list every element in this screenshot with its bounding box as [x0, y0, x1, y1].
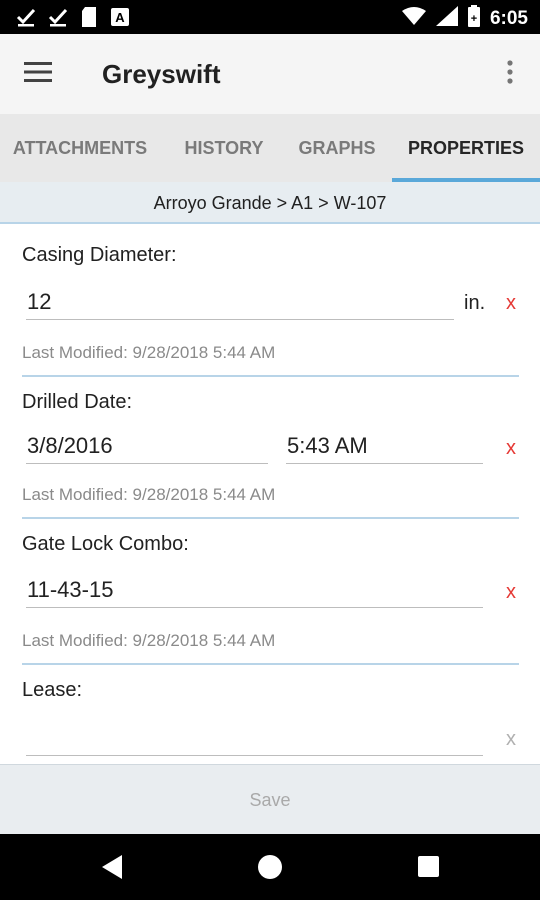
gate-lock-combo-clear-button[interactable]: x — [501, 581, 521, 604]
gate-lock-combo-modified: Last Modified: 9/28/2018 5:44 AM — [22, 631, 276, 650]
menu-button[interactable] — [14, 52, 62, 96]
tab-properties[interactable]: PROPERTIES — [392, 114, 540, 182]
casing-diameter-label: Casing Diameter: — [22, 244, 177, 266]
casing-diameter-input[interactable]: 12 — [26, 284, 454, 320]
overflow-menu-button[interactable] — [494, 52, 526, 96]
section-divider — [22, 517, 519, 519]
tab-history[interactable]: HISTORY — [164, 114, 284, 182]
status-icons-left: A — [16, 6, 130, 33]
text-a-icon: A — [110, 7, 130, 32]
sd-card-icon — [80, 6, 98, 33]
status-icons-right: + 6:05 — [401, 5, 528, 32]
app-bar: Greyswift — [0, 34, 540, 114]
casing-diameter-unit: in. — [464, 292, 486, 314]
gate-lock-combo-label: Gate Lock Combo: — [22, 533, 189, 555]
nav-back-button[interactable] — [100, 854, 124, 885]
nav-home-button[interactable] — [258, 855, 282, 879]
properties-form: Casing Diameter: 12 in. x Last Modified:… — [0, 224, 540, 764]
svg-text:A: A — [115, 10, 125, 25]
drilled-date-label: Drilled Date: — [22, 391, 133, 413]
tab-graphs[interactable]: GRAPHS — [286, 114, 388, 182]
svg-text:+: + — [471, 13, 477, 25]
drilled-date-clear-button[interactable]: x — [501, 437, 521, 460]
section-divider — [22, 663, 519, 665]
system-nav-bar — [0, 834, 540, 900]
casing-diameter-clear-button[interactable]: x — [501, 292, 521, 315]
drilled-date-time-input[interactable]: 5:43 AM — [286, 428, 483, 464]
check-icon — [16, 7, 36, 32]
gate-lock-combo-input[interactable]: 11-43-15 — [26, 572, 483, 608]
wifi-icon — [401, 6, 426, 31]
status-bar: A + 6:05 — [0, 0, 540, 34]
save-bar: Save — [0, 764, 540, 834]
hamburger-icon — [24, 61, 52, 87]
save-button[interactable]: Save — [0, 765, 540, 835]
tab-attachments[interactable]: ATTACHMENTS — [0, 114, 160, 182]
section-divider — [22, 375, 519, 377]
check-icon — [48, 7, 68, 32]
more-vert-icon — [507, 59, 513, 89]
lease-label: Lease: — [22, 679, 83, 701]
status-time: 6:05 — [489, 7, 528, 29]
drilled-date-date-input[interactable]: 3/8/2016 — [26, 428, 268, 464]
breadcrumb: Arroyo Grande > A1 > W-107 — [0, 182, 540, 224]
tab-bar: ATTACHMENTS HISTORY GRAPHS PROPERTIES — [0, 114, 540, 182]
casing-diameter-modified: Last Modified: 9/28/2018 5:44 AM — [22, 343, 276, 362]
lease-clear-button[interactable]: x — [501, 728, 521, 751]
signal-icon — [435, 6, 458, 31]
battery-icon: + — [467, 5, 480, 32]
nav-recents-button[interactable] — [418, 856, 439, 877]
app-title: Greyswift — [102, 59, 221, 89]
back-triangle-icon — [102, 855, 122, 879]
lease-input[interactable] — [26, 720, 483, 756]
drilled-date-modified: Last Modified: 9/28/2018 5:44 AM — [22, 485, 276, 504]
